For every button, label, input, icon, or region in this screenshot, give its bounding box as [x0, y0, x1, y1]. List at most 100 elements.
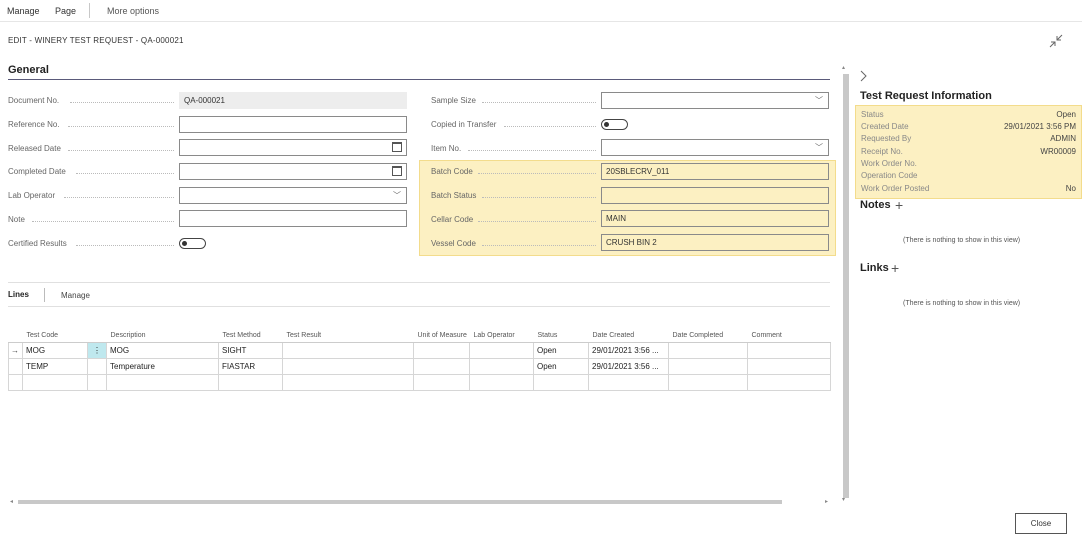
dots [68, 126, 174, 127]
work-order-label: Work Order No. [861, 159, 917, 168]
column-header[interactable]: Unit of Measure [413, 317, 470, 343]
batch-status-field[interactable] [601, 187, 829, 204]
date-created-cell[interactable]: 29/01/2021 3:56 ... [588, 341, 669, 359]
test-code-cell[interactable]: MOG [22, 341, 88, 359]
column-header[interactable]: Test Result [282, 317, 414, 343]
test-method-cell[interactable]: FIASTAR [218, 357, 283, 375]
scroll-right-icon[interactable]: ▸ [825, 498, 828, 505]
add-note-icon[interactable]: + [895, 198, 903, 212]
created-date-value: 29/01/2021 3:56 PM [1003, 122, 1076, 131]
item-no-select[interactable]: ﹀ [601, 139, 829, 156]
test-method-cell[interactable]: SIGHT [218, 341, 283, 359]
uom-cell[interactable] [413, 341, 470, 359]
batch-code-field[interactable]: 20SBLECRV_011 [601, 163, 829, 180]
scroll-down-icon[interactable]: ▾ [842, 496, 845, 503]
general-underline [8, 79, 830, 80]
scroll-up-icon[interactable]: ▴ [842, 64, 845, 71]
empty-cell[interactable] [668, 373, 748, 391]
test-result-cell[interactable] [282, 357, 414, 375]
add-link-icon[interactable]: + [891, 261, 899, 275]
empty-cell[interactable] [282, 373, 414, 391]
links-empty: (There is nothing to show in this view) [903, 300, 1021, 307]
description-cell[interactable]: Temperature [106, 357, 219, 375]
description-cell[interactable]: MOG [106, 341, 219, 359]
action-bar: Manage Page More options [0, 0, 1082, 22]
collapse-icon[interactable] [1049, 34, 1063, 48]
cellar-code-field[interactable]: MAIN [601, 210, 829, 227]
table-row[interactable]: TEMP Temperature FIASTAR Open 29/01/2021… [8, 357, 831, 375]
column-header[interactable]: Date Created [588, 317, 669, 343]
status-cell[interactable]: Open [533, 357, 589, 375]
page-menu[interactable]: Page [55, 6, 76, 16]
page-title: EDIT - WINERY TEST REQUEST - QA-000021 [8, 36, 184, 45]
released-date-field[interactable] [179, 139, 407, 156]
dots [64, 197, 174, 198]
copied-in-transfer-toggle[interactable] [601, 119, 628, 130]
reference-no-field[interactable] [179, 116, 407, 133]
more-options-button[interactable]: More options [107, 6, 159, 16]
links-heading[interactable]: Links [860, 262, 889, 274]
empty-cell[interactable] [588, 373, 669, 391]
empty-cell[interactable] [22, 373, 88, 391]
scroll-left-icon[interactable]: ◂ [10, 498, 13, 505]
vessel-code-field[interactable]: CRUSH BIN 2 [601, 234, 829, 251]
notes-heading[interactable]: Notes [860, 199, 891, 211]
close-button[interactable]: Close [1015, 513, 1067, 534]
date-created-cell[interactable]: 29/01/2021 3:56 ... [588, 357, 669, 375]
empty-cell[interactable] [87, 373, 107, 391]
empty-cell[interactable] [469, 373, 534, 391]
divider [89, 3, 90, 18]
scroll-thumb[interactable] [843, 74, 849, 498]
batch-status-label: Batch Status [431, 191, 477, 200]
tab-manage[interactable]: Manage [61, 291, 90, 300]
receipt-no-value[interactable]: WR00009 [1040, 147, 1076, 156]
comment-cell[interactable] [747, 341, 831, 359]
date-completed-cell[interactable] [668, 357, 748, 375]
date-completed-cell[interactable] [668, 341, 748, 359]
created-date-label: Created Date [861, 122, 909, 131]
manage-menu[interactable]: Manage [7, 6, 40, 16]
lab-operator-cell[interactable] [469, 341, 534, 359]
column-header[interactable]: Test Code [22, 317, 88, 343]
column-header[interactable]: Description [106, 317, 219, 343]
scroll-thumb[interactable] [18, 500, 782, 504]
column-header[interactable]: Comment [747, 317, 831, 343]
calendar-icon[interactable] [392, 142, 402, 152]
note-field[interactable] [179, 210, 407, 227]
uom-cell[interactable] [413, 357, 470, 375]
column-header[interactable]: Status [533, 317, 589, 343]
empty-cell[interactable] [413, 373, 470, 391]
test-code-cell[interactable]: TEMP [22, 357, 88, 375]
divider [8, 282, 830, 283]
table-row[interactable]: → MOG ⋮ MOG SIGHT Open 29/01/2021 3:56 .… [8, 341, 831, 359]
factbox-title[interactable]: Test Request Information [860, 90, 992, 102]
sample-size-select[interactable]: ﹀ [601, 92, 829, 109]
lab-operator-cell[interactable] [469, 357, 534, 375]
row-actions-cell[interactable] [87, 357, 107, 375]
calendar-icon[interactable] [392, 166, 402, 176]
horizontal-scrollbar[interactable]: ◂ ▸ [8, 498, 830, 506]
empty-cell[interactable] [106, 373, 219, 391]
column-header[interactable]: Date Completed [668, 317, 748, 343]
completed-date-field[interactable] [179, 163, 407, 180]
comment-cell[interactable] [747, 357, 831, 375]
status-cell[interactable]: Open [533, 341, 589, 359]
test-result-cell[interactable] [282, 341, 414, 359]
chevron-down-icon: ﹀ [815, 96, 823, 105]
certified-results-toggle[interactable] [179, 238, 206, 249]
column-header [8, 317, 23, 343]
row-actions-icon[interactable]: ⋮ [87, 341, 107, 359]
general-heading[interactable]: General [8, 64, 49, 76]
empty-cell[interactable] [533, 373, 589, 391]
chevron-right-icon[interactable] [860, 70, 868, 85]
vertical-scrollbar[interactable]: ▴ ▾ [840, 64, 850, 506]
empty-cell[interactable] [218, 373, 283, 391]
empty-cell[interactable] [747, 373, 831, 391]
table-row-empty[interactable] [8, 373, 831, 391]
column-header[interactable]: Lab Operator [469, 317, 534, 343]
toggle-knob [182, 241, 187, 246]
tab-lines[interactable]: Lines [8, 290, 29, 299]
column-header[interactable]: Test Method [218, 317, 283, 343]
lab-operator-select[interactable]: ﹀ [179, 187, 407, 204]
status-value: Open [1056, 110, 1076, 119]
